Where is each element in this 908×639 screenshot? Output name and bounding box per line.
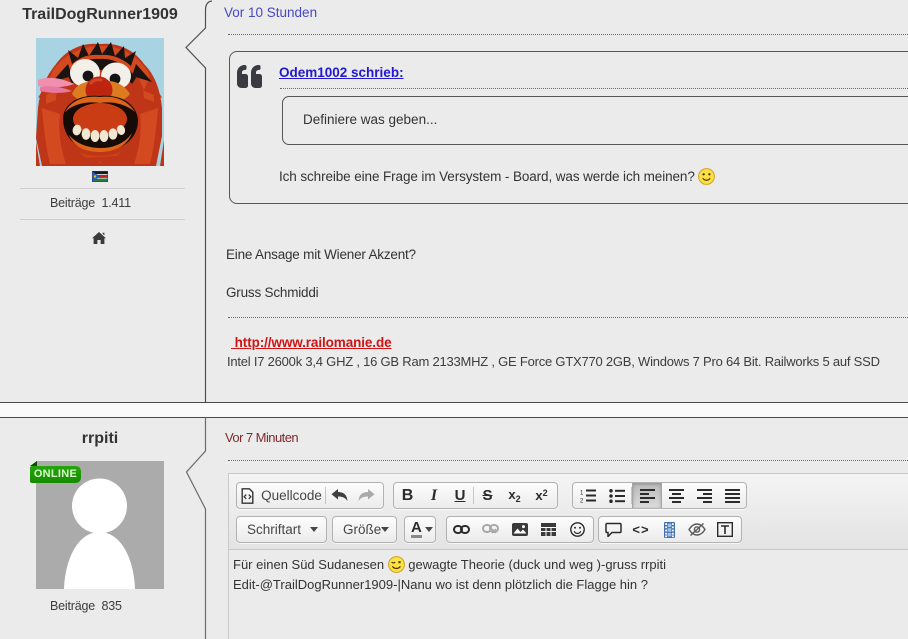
- svg-text:1: 1: [580, 490, 584, 496]
- svg-text:2: 2: [580, 498, 584, 503]
